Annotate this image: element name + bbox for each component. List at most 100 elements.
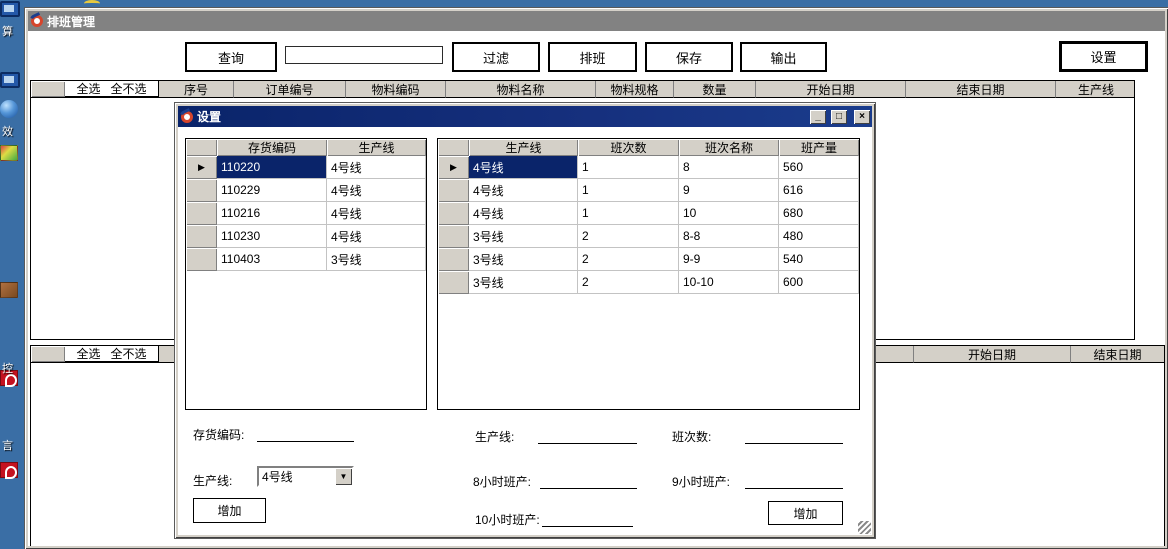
row-selector[interactable] xyxy=(186,225,217,248)
cell[interactable]: 2 xyxy=(578,225,679,248)
table-row[interactable]: 110229 4号线 xyxy=(186,179,426,202)
row-selector[interactable] xyxy=(186,248,217,271)
row-selector[interactable] xyxy=(186,179,217,202)
close-icon[interactable]: × xyxy=(854,110,870,124)
cell[interactable]: 2 xyxy=(578,271,679,294)
cell[interactable]: 110216 xyxy=(217,202,327,225)
table-row[interactable]: ▶ 110220 4号线 xyxy=(186,156,426,179)
filter-button[interactable]: 过滤 xyxy=(452,42,540,72)
query-button[interactable]: 查询 xyxy=(185,42,277,72)
select-links: 全选 全不选 xyxy=(65,346,159,363)
add-shift-button[interactable]: 增加 xyxy=(768,501,843,525)
globe-icon[interactable] xyxy=(0,100,18,118)
app-icon[interactable] xyxy=(0,282,18,298)
output-button[interactable]: 输出 xyxy=(740,42,827,72)
cell[interactable]: 4号线 xyxy=(469,202,578,225)
shift-count-label: 班次数: xyxy=(672,428,711,445)
select-all-link[interactable]: 全选 xyxy=(76,80,100,97)
cell[interactable]: 4号线 xyxy=(327,179,426,202)
table-row[interactable]: 110216 4号线 xyxy=(186,202,426,225)
cell[interactable]: 4号线 xyxy=(327,225,426,248)
production-line-combobox[interactable]: 4号线 ▼ xyxy=(257,466,354,487)
inventory-code-field[interactable] xyxy=(257,428,354,442)
cell[interactable]: 110403 xyxy=(217,248,327,271)
row-selector[interactable] xyxy=(186,202,217,225)
deselect-all-link[interactable]: 全不选 xyxy=(111,80,147,97)
settings-button[interactable]: 设置 xyxy=(1059,41,1148,72)
deselect-all-link[interactable]: 全不选 xyxy=(111,345,147,362)
cell[interactable]: 680 xyxy=(779,202,859,225)
table-row[interactable]: 110230 4号线 xyxy=(186,225,426,248)
select-all-link[interactable]: 全选 xyxy=(76,345,100,362)
cell[interactable]: 4号线 xyxy=(469,156,578,179)
red-app-icon[interactable] xyxy=(0,462,18,478)
inventory-grid-header: 存货编码 生产线 xyxy=(186,139,426,156)
shift9-field[interactable] xyxy=(745,475,843,489)
cell[interactable]: 3号线 xyxy=(327,248,426,271)
cell[interactable]: 110230 xyxy=(217,225,327,248)
current-row-marker-icon[interactable]: ▶ xyxy=(186,156,217,179)
row-selector[interactable] xyxy=(438,271,469,294)
row-selector[interactable] xyxy=(438,179,469,202)
orders-table-header: 全选 全不选 序号 订单编号 物料编码 物料名称 物料规格 数量 开始日期 结束… xyxy=(31,81,1134,98)
cell[interactable]: 480 xyxy=(779,225,859,248)
resize-grip[interactable] xyxy=(858,521,871,534)
column-header: 数量 xyxy=(674,81,756,98)
cell[interactable]: 4号线 xyxy=(469,179,578,202)
cell[interactable]: 10 xyxy=(679,202,779,225)
cell[interactable]: 110220 xyxy=(217,156,327,179)
table-row[interactable]: 3号线 2 8-8 480 xyxy=(438,225,859,248)
cell[interactable]: 10-10 xyxy=(679,271,779,294)
shift10-field[interactable] xyxy=(542,513,633,527)
table-row[interactable]: 3号线 2 10-10 600 xyxy=(438,271,859,294)
column-header: 订单编号 xyxy=(234,81,346,98)
cell[interactable]: 1 xyxy=(578,179,679,202)
cell[interactable]: 9 xyxy=(679,179,779,202)
desktop-icon-label: 控 xyxy=(2,360,13,376)
add-inventory-button[interactable]: 增加 xyxy=(193,498,266,523)
cell[interactable]: 2 xyxy=(578,248,679,271)
table-row[interactable]: 4号线 1 9 616 xyxy=(438,179,859,202)
main-window-titlebar: 排班管理 xyxy=(28,11,1165,31)
chevron-down-icon[interactable]: ▼ xyxy=(335,468,352,485)
cell[interactable]: 560 xyxy=(779,156,859,179)
line-field[interactable] xyxy=(538,430,637,444)
shift8-field[interactable] xyxy=(540,475,637,489)
cell[interactable]: 1 xyxy=(578,202,679,225)
row-selector[interactable] xyxy=(438,202,469,225)
cell[interactable]: 3号线 xyxy=(469,225,578,248)
table-row[interactable]: 3号线 2 9-9 540 xyxy=(438,248,859,271)
cell[interactable]: 4号线 xyxy=(327,202,426,225)
current-row-marker-icon[interactable]: ▶ xyxy=(438,156,469,179)
cell[interactable]: 616 xyxy=(779,179,859,202)
cell[interactable]: 600 xyxy=(779,271,859,294)
cell[interactable]: 3号线 xyxy=(469,271,578,294)
computer-icon[interactable] xyxy=(0,72,20,88)
cell[interactable]: 1 xyxy=(578,156,679,179)
column-header: 班次名称 xyxy=(679,139,779,156)
cell[interactable]: 8 xyxy=(679,156,779,179)
cell[interactable]: 540 xyxy=(779,248,859,271)
maximize-icon[interactable]: □ xyxy=(831,110,847,124)
row-selector[interactable] xyxy=(438,248,469,271)
table-row[interactable]: 110403 3号线 xyxy=(186,248,426,271)
cell[interactable]: 8-8 xyxy=(679,225,779,248)
cell[interactable]: 4号线 xyxy=(327,156,426,179)
row-selector[interactable] xyxy=(438,225,469,248)
column-header: 物料规格 xyxy=(596,81,674,98)
minimize-icon[interactable]: _ xyxy=(810,110,826,124)
cell[interactable]: 9-9 xyxy=(679,248,779,271)
app-logo-icon xyxy=(31,15,43,27)
search-input[interactable] xyxy=(285,46,443,64)
app-icon[interactable] xyxy=(0,145,18,161)
cell[interactable]: 110229 xyxy=(217,179,327,202)
column-header: 结束日期 xyxy=(1071,346,1164,363)
cell[interactable]: 3号线 xyxy=(469,248,578,271)
shift-count-field[interactable] xyxy=(745,430,843,444)
save-button[interactable]: 保存 xyxy=(645,42,733,72)
my-computer-icon[interactable] xyxy=(0,1,20,17)
column-header: 物料名称 xyxy=(446,81,596,98)
table-row[interactable]: ▶ 4号线 1 8 560 xyxy=(438,156,859,179)
schedule-button[interactable]: 排班 xyxy=(548,42,637,72)
table-row[interactable]: 4号线 1 10 680 xyxy=(438,202,859,225)
